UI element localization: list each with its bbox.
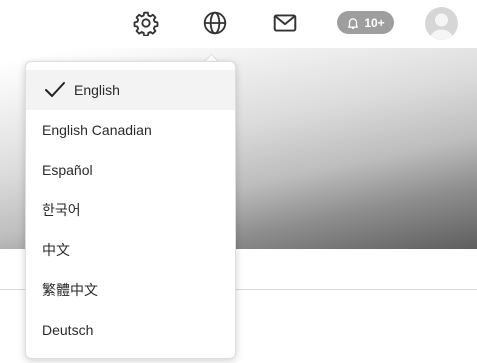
language-option-label: Deutsch (42, 322, 94, 338)
bell-icon (348, 17, 359, 29)
language-option-chinese-traditional[interactable]: 繁體中文 (26, 270, 235, 310)
mail-icon (273, 14, 297, 32)
language-option-label: Español (42, 162, 93, 178)
language-option-deutsch[interactable]: Deutsch (26, 310, 235, 350)
language-option-label: English (74, 82, 120, 98)
gear-icon (133, 11, 159, 36)
messages-button[interactable] (270, 8, 300, 38)
language-option-korean[interactable]: 한국어 (26, 190, 235, 230)
language-option-label: 한국어 (42, 202, 81, 218)
globe-icon (203, 11, 227, 35)
avatar[interactable] (425, 7, 458, 40)
language-button[interactable] (200, 8, 230, 38)
language-dropdown: English English Canadian Español 한국어 中文 … (25, 61, 236, 359)
notifications-button[interactable]: 10+ (337, 11, 394, 34)
checkmark-icon (44, 81, 74, 99)
language-option-label: English Canadian (42, 122, 152, 138)
language-option-label: 中文 (42, 242, 70, 258)
user-icon (429, 13, 454, 40)
settings-button[interactable] (131, 8, 161, 38)
language-option-english-canadian[interactable]: English Canadian (26, 110, 235, 150)
language-option-label: 繁體中文 (42, 282, 98, 298)
language-option-espanol[interactable]: Español (26, 150, 235, 190)
language-option-english[interactable]: English (26, 70, 235, 110)
language-option-chinese-simplified[interactable]: 中文 (26, 230, 235, 270)
notification-count: 10+ (364, 15, 385, 30)
